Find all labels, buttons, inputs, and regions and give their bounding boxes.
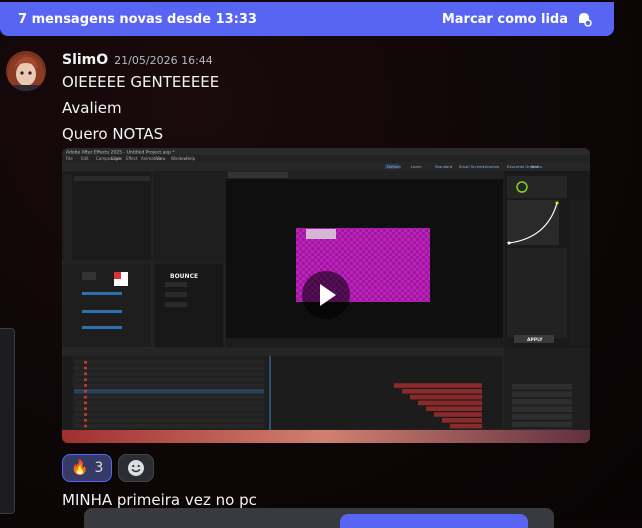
message-line-next: MINHA primeira vez no pc bbox=[62, 491, 257, 509]
ae-workspace-tab: Text bbox=[530, 164, 539, 169]
timeline-bar bbox=[394, 383, 482, 388]
timeline-bar bbox=[442, 418, 482, 423]
timeline-layer-row bbox=[74, 365, 264, 371]
jump-to-present-button[interactable] bbox=[340, 514, 528, 528]
timeline-layer-row bbox=[74, 371, 264, 377]
add-reaction-button[interactable] bbox=[118, 454, 155, 482]
mark-as-read-button[interactable]: Marcar como lida bbox=[442, 11, 592, 27]
timeline-layer-row bbox=[74, 406, 264, 411]
timeline-bar bbox=[434, 412, 482, 417]
timeline-layer-row bbox=[74, 389, 264, 394]
message-timestamp: 21/05/2026 16:44 bbox=[114, 54, 213, 67]
ae-window-title: Adobe After Effects 2025 - Untitled Proj… bbox=[66, 150, 175, 156]
timeline-bar bbox=[418, 400, 482, 406]
author-name[interactable]: SlimO bbox=[62, 52, 108, 68]
timeline-bar bbox=[402, 389, 482, 394]
panel-button bbox=[512, 399, 572, 405]
ae-menu-item: Help bbox=[186, 156, 196, 161]
mark-read-icon bbox=[579, 13, 592, 27]
panel-button bbox=[512, 384, 572, 390]
timeline-layer-row bbox=[74, 418, 264, 423]
ae-workspace-tab: Default bbox=[387, 164, 401, 169]
panel-button bbox=[512, 421, 572, 427]
timeline-bar bbox=[450, 423, 482, 429]
reactions-bar: 🔥 3 bbox=[62, 454, 155, 482]
timeline-layer-row bbox=[74, 377, 264, 382]
ae-menu-item: Edit bbox=[81, 156, 89, 161]
ae-workspace-tab: Learn bbox=[411, 164, 422, 169]
message-header: SlimO 21/05/2026 16:44 bbox=[62, 52, 213, 68]
timeline-layer-row bbox=[74, 394, 264, 400]
timeline-layer-row bbox=[74, 412, 264, 417]
ae-menu-item: View bbox=[156, 156, 166, 161]
ae-workspace-tab: Libraries bbox=[483, 164, 499, 169]
timeline-layer-row bbox=[74, 383, 264, 388]
reaction-count: 3 bbox=[94, 460, 104, 476]
smiley-icon bbox=[128, 460, 145, 476]
panel-button bbox=[512, 406, 572, 412]
timeline-layer-row bbox=[74, 400, 264, 406]
avatar[interactable] bbox=[6, 51, 46, 91]
avatar-image bbox=[6, 51, 46, 91]
ae-menu-item: Layer bbox=[111, 156, 123, 161]
timeline-bar bbox=[410, 394, 482, 400]
timeline-layer-row bbox=[74, 360, 264, 365]
timeline-bar bbox=[426, 406, 482, 411]
new-messages-text: 7 mensagens novas desde 13:33 bbox=[18, 11, 257, 27]
panel-button bbox=[512, 414, 572, 420]
mark-read-label: Marcar como lida bbox=[441, 11, 568, 27]
ae-menu-item: File bbox=[66, 156, 73, 161]
ae-workspace-tab: Standard bbox=[435, 164, 453, 169]
message-line-1: OIEEEEE GENTEEEEE bbox=[62, 73, 220, 91]
side-panel-edge[interactable] bbox=[0, 328, 15, 514]
ae-menu-item: Effect bbox=[126, 156, 138, 161]
message-line-3: Quero NOTAS bbox=[62, 125, 164, 143]
message-line-2: Avaliem bbox=[62, 99, 122, 117]
apply-button: APPLY bbox=[527, 337, 543, 343]
reaction-fire[interactable]: 🔥 3 bbox=[62, 454, 113, 482]
new-messages-banner[interactable]: 7 mensagens novas desde 13:33 Marcar com… bbox=[0, 2, 614, 36]
after-effects-screenshot: Adobe After Effects 2025 - Untitled Proj… bbox=[62, 148, 590, 443]
effect-name: BOUNCE bbox=[170, 273, 198, 280]
timeline-layer-row bbox=[74, 423, 264, 429]
fire-emoji-icon: 🔥 bbox=[71, 460, 89, 476]
ae-workspace-tab: Small Screen bbox=[459, 164, 484, 169]
video-attachment[interactable]: Adobe After Effects 2025 - Untitled Proj… bbox=[62, 148, 590, 443]
panel-button bbox=[512, 391, 572, 397]
